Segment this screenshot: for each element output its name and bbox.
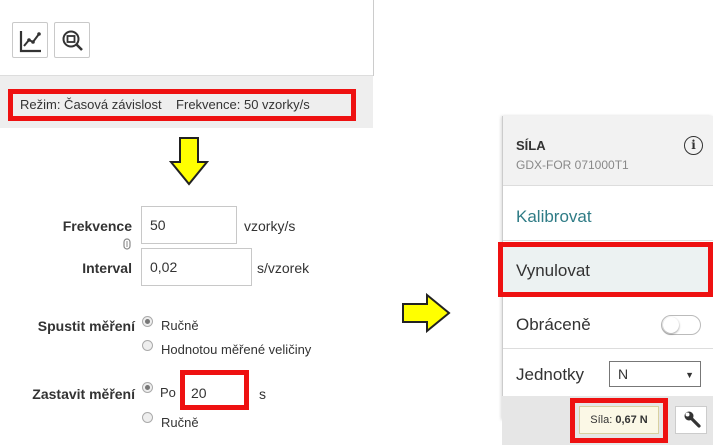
sensor-name: SÍLA (516, 138, 546, 153)
stop-manual-label[interactable]: Ručně (161, 415, 199, 430)
stop-after-label[interactable]: Po (160, 385, 176, 400)
mode-text[interactable]: Režim: Časová závislost Frekvence: 50 vz… (20, 97, 310, 112)
menu-item-calibrate[interactable]: Kalibrovat (503, 192, 713, 241)
sensor-header: SÍLA GDX-FOR 071000T1 i (503, 116, 713, 186)
divider (373, 0, 374, 76)
wrench-icon (684, 411, 701, 428)
frequency-unit: vzorky/s (244, 218, 296, 234)
start-value-radio[interactable] (142, 340, 153, 351)
start-manual-label[interactable]: Ručně (161, 318, 199, 333)
reverse-toggle[interactable] (661, 315, 701, 335)
frequency-label: Frekvence (62, 218, 132, 234)
units-select[interactable]: N ▼ (609, 361, 701, 387)
interval-input[interactable]: 0,02 (141, 248, 252, 286)
info-icon[interactable]: i (684, 136, 703, 155)
start-label: Spustit měření (37, 318, 135, 334)
stop-unit: s (259, 386, 266, 402)
interval-unit: s/vzorek (257, 260, 310, 276)
start-value-label[interactable]: Hodnotou měřené veličiny (161, 342, 311, 357)
toolbar (0, 0, 373, 76)
zoom-icon (62, 30, 83, 51)
meter-highlight-box (570, 398, 668, 443)
graph-tool-button[interactable] (12, 22, 48, 58)
units-label: Jednotky (516, 365, 585, 384)
stop-after-radio[interactable] (142, 382, 153, 393)
chevron-down-icon: ▼ (685, 370, 694, 380)
zero-highlight-box (498, 242, 713, 297)
stop-duration-input[interactable]: 20 (191, 385, 207, 401)
interval-label: Interval (82, 260, 132, 276)
right-arrow-icon (402, 293, 451, 333)
sensor-settings-button[interactable] (675, 406, 707, 434)
stop-label: Zastavit měření (32, 386, 135, 402)
graph-icon (19, 31, 41, 53)
units-value: N (618, 366, 629, 382)
frequency-input[interactable]: 50 (141, 206, 237, 244)
zoom-tool-button[interactable] (54, 22, 90, 58)
reverse-label: Obráceně (516, 315, 591, 334)
sensor-id: GDX-FOR 071000T1 (516, 158, 629, 172)
down-arrow-icon (169, 137, 209, 186)
link-icon[interactable] (123, 238, 131, 250)
menu-item-units: Jednotky N ▼ (503, 350, 713, 399)
menu-item-reverse[interactable]: Obráceně (503, 300, 713, 349)
start-manual-radio[interactable] (142, 316, 153, 327)
stop-manual-radio[interactable] (142, 412, 153, 423)
